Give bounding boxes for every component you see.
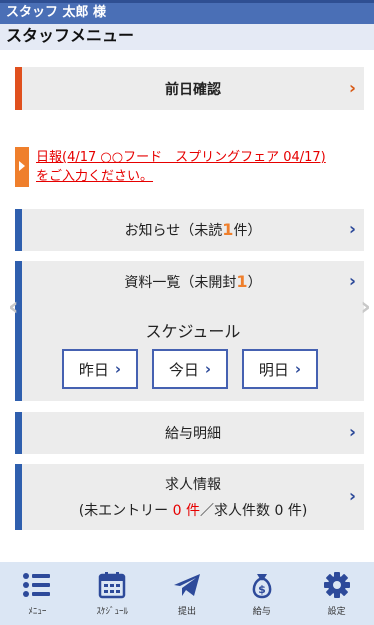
chevron-right-icon: › bbox=[348, 422, 356, 443]
schedule-panel: スケジュール 昨日 › 今日 › 明日 › bbox=[15, 303, 364, 401]
nav-salary-label: 給与 bbox=[252, 606, 271, 617]
news-button[interactable]: お知らせ（未読1件） › bbox=[15, 209, 364, 251]
paper-plane-icon bbox=[173, 573, 200, 596]
jobs-entry-count: 0 bbox=[172, 503, 182, 519]
page-title: スタッフメニュー bbox=[0, 24, 374, 50]
jobs-suffix: 件) bbox=[287, 503, 308, 519]
jobs-unit: 件 bbox=[186, 503, 200, 519]
jobs-prefix: (未エントリー bbox=[78, 503, 169, 519]
scroll-left-arrow-icon[interactable]: ‹ bbox=[8, 292, 19, 322]
money-bag-icon: $ bbox=[252, 573, 272, 598]
nav-submit-tab[interactable]: 提出 bbox=[150, 562, 225, 625]
daily-report-notice: 日報(4/17 ○○フード スプリングフェア 04/17) をご入力ください。 bbox=[15, 147, 364, 187]
yesterday-label: 昨日 bbox=[78, 360, 109, 379]
today-button[interactable]: 今日 › bbox=[152, 349, 228, 389]
jobs-summary: (未エントリー 0 件／求人件数 0 件) bbox=[79, 500, 308, 520]
documents-suffix: ） bbox=[247, 275, 262, 291]
prev-day-check-button[interactable]: 前日確認 › bbox=[15, 67, 364, 110]
bottom-nav: ﾒﾆｭｰ ｽｹｼﾞｭｰﾙ 提出 $ 給与 設定 bbox=[0, 562, 374, 625]
notice-marker-icon bbox=[15, 147, 29, 187]
news-label: お知らせ（未読1件） bbox=[125, 220, 262, 240]
documents-prefix: 資料一覧（未開封 bbox=[124, 275, 237, 291]
chevron-right-icon: › bbox=[294, 360, 302, 378]
scroll-right-arrow-icon[interactable]: › bbox=[360, 292, 371, 322]
job-info-button[interactable]: 求人情報 (未エントリー 0 件／求人件数 0 件) › bbox=[15, 464, 364, 530]
chevron-right-icon: › bbox=[348, 271, 356, 292]
documents-button[interactable]: 資料一覧（未開封1） › bbox=[15, 261, 364, 303]
user-name: スタッフ 太郎 様 bbox=[6, 5, 107, 20]
nav-submit-label: 提出 bbox=[177, 606, 196, 617]
notice-line-1: 日報(4/17 ○○フード スプリングフェア 04/17) bbox=[36, 150, 326, 165]
gear-icon bbox=[323, 571, 350, 598]
nav-settings-tab[interactable]: 設定 bbox=[299, 562, 374, 625]
svg-text:$: $ bbox=[258, 583, 266, 596]
nav-salary-tab[interactable]: $ 給与 bbox=[224, 562, 299, 625]
daily-report-link[interactable]: 日報(4/17 ○○フード スプリングフェア 04/17) をご入力ください。 bbox=[36, 148, 366, 186]
news-suffix: 件） bbox=[233, 223, 262, 239]
calendar-icon bbox=[98, 571, 126, 598]
chevron-right-icon: › bbox=[348, 486, 356, 507]
jobs-middle: ／求人件数 bbox=[200, 503, 270, 519]
chevron-right-icon: › bbox=[348, 78, 356, 98]
user-name-bar: スタッフ 太郎 様 bbox=[0, 0, 374, 24]
tomorrow-button[interactable]: 明日 › bbox=[242, 349, 318, 389]
yesterday-button[interactable]: 昨日 › bbox=[62, 349, 138, 389]
news-unread-count: 1 bbox=[222, 220, 234, 239]
chevron-right-icon: › bbox=[348, 219, 356, 240]
today-label: 今日 bbox=[168, 360, 199, 379]
documents-label: 資料一覧（未開封1） bbox=[124, 272, 261, 292]
salary-label: 給与明細 bbox=[165, 426, 221, 442]
documents-unopened-count: 1 bbox=[236, 272, 248, 291]
news-prefix: お知らせ（未読 bbox=[124, 223, 223, 239]
salary-statement-button[interactable]: 給与明細 › bbox=[15, 412, 364, 454]
chevron-right-icon: › bbox=[114, 360, 122, 378]
nav-menu-tab[interactable]: ﾒﾆｭｰ bbox=[0, 562, 75, 625]
nav-schedule-label: ｽｹｼﾞｭｰﾙ bbox=[96, 606, 128, 617]
tomorrow-label: 明日 bbox=[258, 360, 289, 379]
menu-list-icon bbox=[23, 572, 51, 597]
notice-line-2: をご入力ください。 bbox=[36, 169, 154, 184]
nav-menu-label: ﾒﾆｭｰ bbox=[28, 606, 47, 617]
nav-schedule-tab[interactable]: ｽｹｼﾞｭｰﾙ bbox=[75, 562, 150, 625]
nav-settings-label: 設定 bbox=[327, 606, 346, 617]
prev-day-label: 前日確認 bbox=[165, 81, 221, 98]
jobs-count: 0 bbox=[274, 503, 284, 519]
chevron-right-icon: › bbox=[204, 360, 212, 378]
schedule-heading: スケジュール bbox=[145, 322, 241, 341]
jobs-title: 求人情報 bbox=[165, 477, 221, 493]
